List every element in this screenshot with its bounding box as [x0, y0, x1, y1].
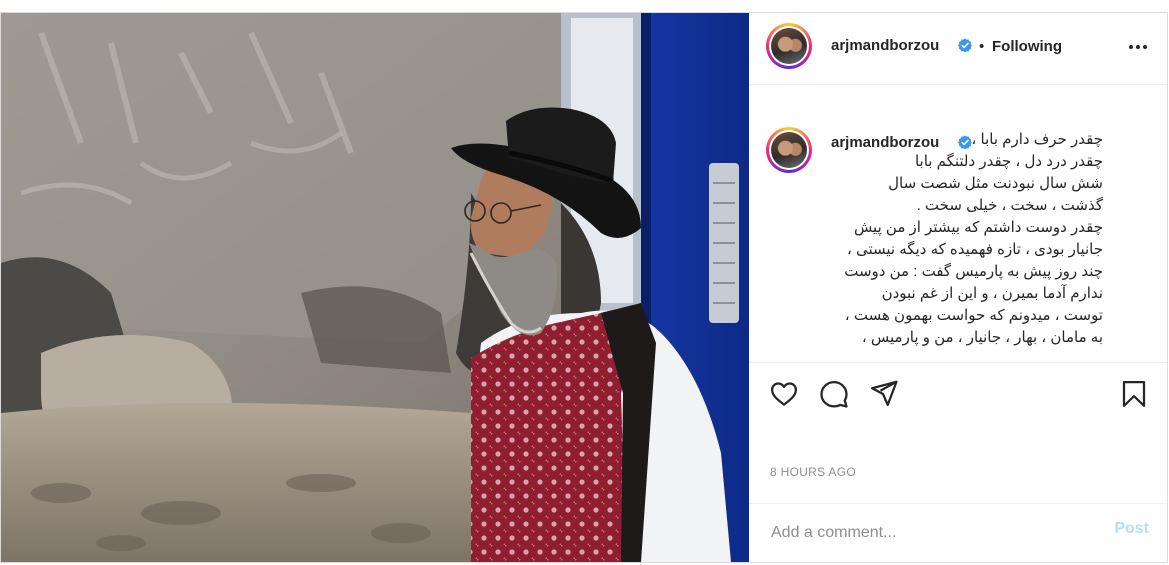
following-button[interactable]: Following: [992, 38, 1062, 55]
comment-bubble-icon[interactable]: [819, 379, 849, 409]
caption-line: چند روز پیش به پارمیس گفت : من دوست: [844, 263, 1103, 280]
photo-illustration: [1, 13, 749, 562]
username-link[interactable]: arjmandborzou: [831, 37, 939, 54]
post-header: arjmandborzou • Following: [749, 13, 1167, 85]
post-photo[interactable]: [1, 13, 749, 562]
post-comment-button[interactable]: Post: [1114, 520, 1149, 538]
caption-text: چقدر حرف دارم بابا ، چقدر درد دل ، چقدر …: [831, 129, 1103, 349]
caption-line: چقدر دوست داشتم که بیشتر از من پیش: [853, 219, 1103, 236]
caption-line: گذشت ، سخت ، خیلی سخت .: [916, 197, 1103, 214]
post-timestamp[interactable]: 8 HOURS AGO: [770, 465, 856, 479]
comment-input[interactable]: [769, 518, 1093, 548]
separator-dot: •: [979, 38, 985, 55]
caption-line: به مامان ، بهار ، جانیار ، من و پارمیس ،: [861, 329, 1103, 346]
caption-line: شش سال نبودنت مثل شصت سال: [888, 175, 1103, 192]
caption-avatar[interactable]: [766, 127, 812, 173]
caption-line: توست ، میدونم که حواست بهمون هست ،: [844, 307, 1103, 324]
action-bar: [749, 363, 1167, 423]
avatar[interactable]: [766, 23, 812, 69]
caption-line: ندارم آدما بمیرن ، و این از غم نبودن: [881, 285, 1103, 302]
caption-line: چقدر درد دل ، چقدر دلتنگم بابا: [914, 153, 1103, 170]
paper-plane-icon[interactable]: [869, 378, 899, 408]
heart-icon[interactable]: [769, 379, 799, 409]
verified-badge-icon: [958, 38, 972, 52]
bookmark-icon[interactable]: [1119, 379, 1149, 409]
post-modal: arjmandborzou • Following arjmandborzou: [0, 12, 1168, 563]
more-options-icon[interactable]: [1126, 35, 1150, 59]
caption-line: جانیار بودی ، تازه فهمیده که دیگه نیستی …: [846, 241, 1103, 258]
comments-section[interactable]: arjmandborzou چقدر حرف دارم بابا ، چقدر …: [749, 85, 1167, 363]
post-side-panel: arjmandborzou • Following arjmandborzou: [749, 13, 1167, 562]
caption-line: چقدر حرف دارم بابا ،: [971, 131, 1103, 148]
add-comment-bar: Post: [749, 503, 1167, 562]
